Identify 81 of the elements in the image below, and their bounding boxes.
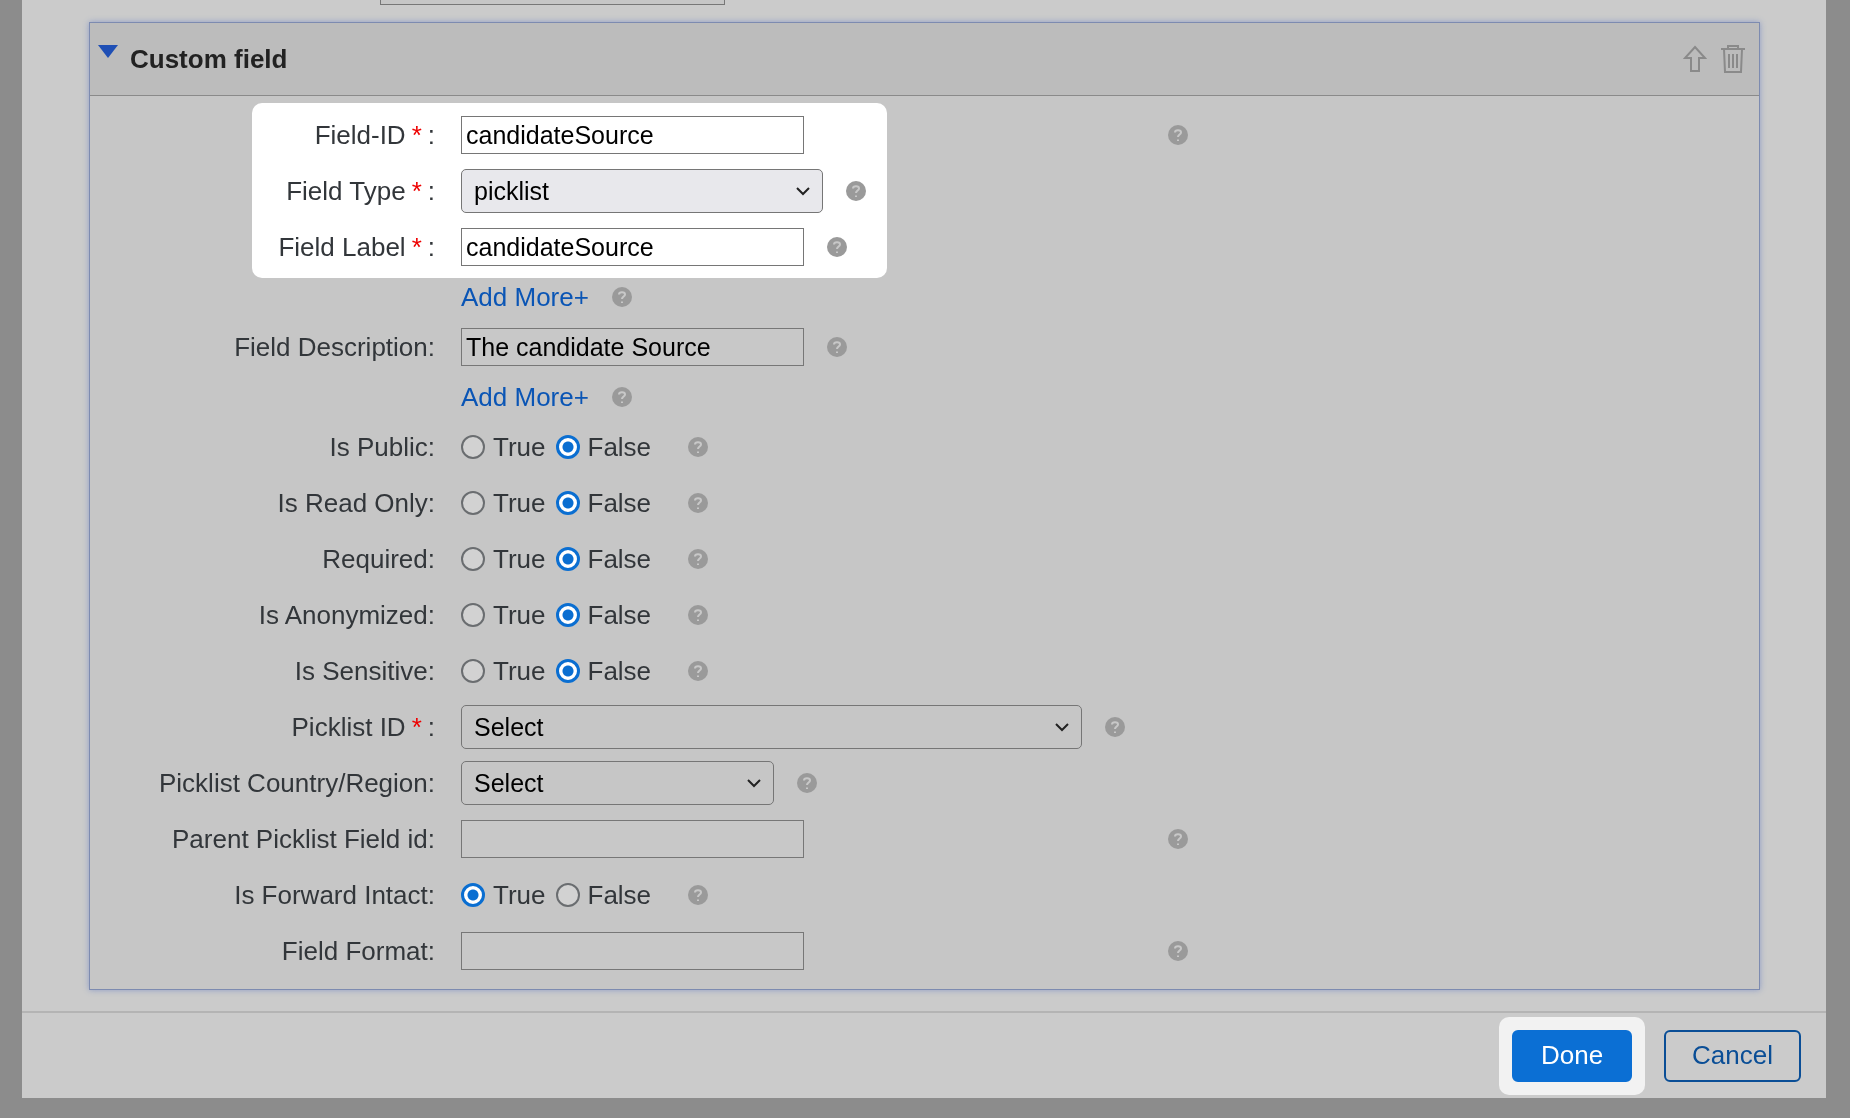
input-field[interactable]: candidateSource [461, 116, 804, 154]
label-colon: : [427, 231, 435, 263]
add-more-link[interactable]: Add More+ [461, 281, 589, 313]
input-field[interactable] [461, 932, 804, 970]
radio-button[interactable] [461, 547, 485, 571]
help-icon[interactable] [826, 336, 848, 358]
help-icon[interactable] [610, 386, 633, 408]
label-colon: : [427, 711, 435, 743]
dropdown[interactable]: picklist [461, 169, 823, 213]
radio-label[interactable]: True [493, 879, 546, 911]
required-asterisk: * [411, 231, 422, 263]
required-asterisk: * [411, 175, 422, 207]
help-icon[interactable] [687, 884, 710, 906]
section-title: Custom field [130, 43, 288, 75]
help-icon[interactable] [845, 180, 867, 202]
help-icon[interactable] [1167, 828, 1189, 850]
help-icon[interactable] [687, 660, 710, 682]
radio-button[interactable] [461, 491, 485, 515]
field-label: Is Read Only: [277, 487, 435, 519]
field-label: Picklist Country/Region: [159, 767, 435, 799]
required-asterisk: * [411, 119, 422, 151]
radio-label[interactable]: False [587, 487, 652, 519]
field-label: Field Format: [281, 935, 435, 967]
field-label: Field Description: [234, 331, 435, 363]
radio-button[interactable] [461, 435, 485, 459]
add-more-link[interactable]: Add More+ [461, 381, 589, 413]
radio-button[interactable] [555, 547, 580, 571]
radio-label[interactable]: True [493, 599, 546, 631]
help-icon[interactable] [1167, 940, 1189, 962]
field-label: Picklist ID [291, 711, 406, 743]
field-label: Is Forward Intact: [234, 879, 435, 911]
trash-icon[interactable] [1719, 44, 1747, 74]
radio-button[interactable] [461, 659, 485, 683]
help-icon[interactable] [826, 236, 848, 258]
radio-label[interactable]: True [493, 543, 546, 575]
field-label: Parent Picklist Field id: [172, 823, 435, 855]
input-field[interactable] [461, 820, 804, 858]
collapse-triangle-icon[interactable] [98, 45, 118, 59]
radio-label[interactable]: False [587, 599, 652, 631]
radio-label[interactable]: False [587, 431, 652, 463]
radio-button[interactable] [555, 659, 580, 683]
done-button[interactable]: Done [1512, 1029, 1633, 1082]
help-icon[interactable] [687, 604, 710, 626]
radio-button[interactable] [555, 883, 580, 907]
radio-label[interactable]: True [493, 655, 546, 687]
field-label: Field Type [286, 175, 406, 207]
help-icon[interactable] [687, 548, 710, 570]
up-arrow-icon[interactable] [1683, 45, 1707, 73]
label-colon: : [427, 119, 435, 151]
radio-button[interactable] [555, 603, 580, 627]
help-icon[interactable] [1104, 716, 1126, 738]
field-label: Is Public: [329, 431, 435, 463]
radio-button[interactable] [461, 603, 485, 627]
field-label: Field-ID [314, 119, 406, 151]
input-field[interactable]: The candidate Source [461, 328, 804, 366]
dropdown[interactable]: Select [461, 705, 1082, 749]
radio-button[interactable] [555, 435, 580, 459]
field-label: Required: [322, 543, 435, 575]
radio-label[interactable]: False [587, 879, 652, 911]
help-icon[interactable] [687, 492, 710, 514]
radio-button[interactable] [555, 491, 580, 515]
radio-label[interactable]: False [587, 543, 652, 575]
help-icon[interactable] [610, 286, 633, 308]
field-label: Field Label [278, 231, 406, 263]
help-icon[interactable] [687, 436, 710, 458]
input-field[interactable]: candidateSource [461, 228, 804, 266]
field-label: Is Sensitive: [294, 655, 435, 687]
required-asterisk: * [411, 711, 422, 743]
radio-label[interactable]: True [493, 487, 546, 519]
field-label: Is Anonymized: [258, 599, 435, 631]
radio-button[interactable] [461, 883, 485, 907]
label-colon: : [427, 175, 435, 207]
chevron-down-icon [747, 778, 761, 788]
radio-label[interactable]: False [587, 655, 652, 687]
help-icon[interactable] [1167, 124, 1189, 146]
dropdown[interactable]: Select [461, 761, 774, 805]
chevron-down-icon [1055, 722, 1069, 732]
help-icon[interactable] [796, 772, 818, 794]
radio-label[interactable]: True [493, 431, 546, 463]
cancel-button[interactable]: Cancel [1664, 1029, 1801, 1082]
chevron-down-icon [796, 186, 810, 196]
